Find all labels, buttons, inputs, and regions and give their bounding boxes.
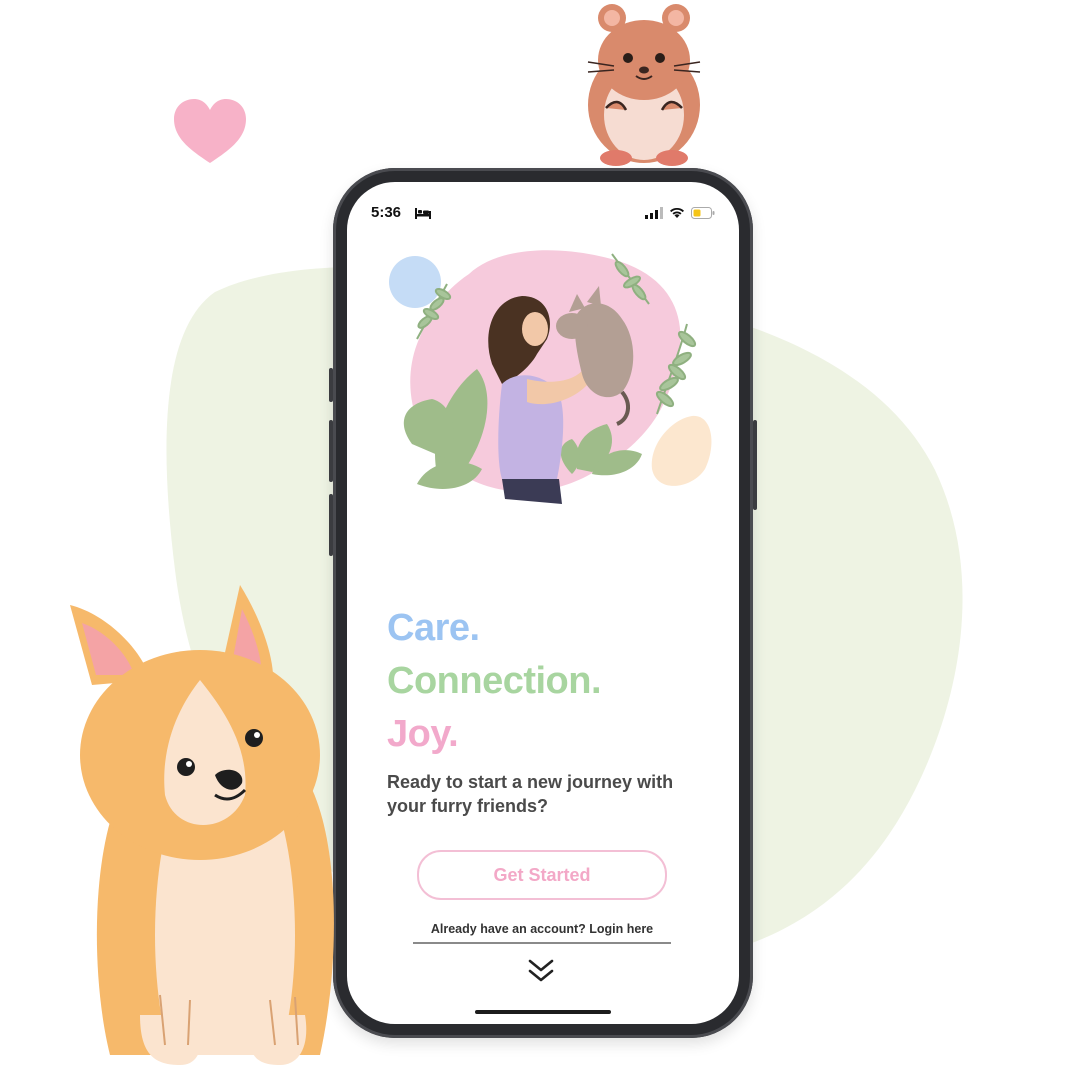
phone-volume-up: [329, 420, 333, 482]
app-screen: 5:36 Care. Connection. Joy. Ready to sta…: [347, 182, 739, 1024]
phone-frame: 5:36 Care. Connection. Joy. Ready to sta…: [329, 168, 757, 1038]
signal-icon: [645, 207, 663, 219]
get-started-button[interactable]: Get Started: [417, 850, 667, 900]
headline: Care. Connection. Joy.: [387, 602, 602, 761]
status-icons: [645, 207, 715, 219]
phone-silent-switch: [329, 368, 333, 402]
bed-icon: [415, 208, 431, 219]
corgi-illustration: [70, 585, 334, 1065]
heart-icon: [174, 99, 246, 163]
blue-blob-shape: [389, 256, 441, 308]
status-bar: 5:36: [371, 204, 715, 224]
status-time: 5:36: [371, 204, 402, 221]
headline-connection: Connection.: [387, 660, 602, 702]
headline-care: Care.: [387, 607, 480, 649]
subtitle: Ready to start a new journey with your f…: [387, 772, 674, 816]
phone-power-button: [753, 420, 757, 510]
login-link[interactable]: Already have an account? Login here: [413, 922, 671, 944]
hero-illustration: [389, 250, 712, 504]
headline-joy: Joy.: [387, 713, 459, 755]
hamster-illustration: [587, 4, 701, 166]
phone-volume-down: [329, 494, 333, 556]
home-indicator[interactable]: [475, 1010, 611, 1014]
peach-blob-shape: [651, 415, 712, 486]
double-chevron-down-icon[interactable]: [527, 958, 555, 984]
wifi-icon: [670, 207, 684, 218]
battery-icon: [691, 207, 715, 219]
